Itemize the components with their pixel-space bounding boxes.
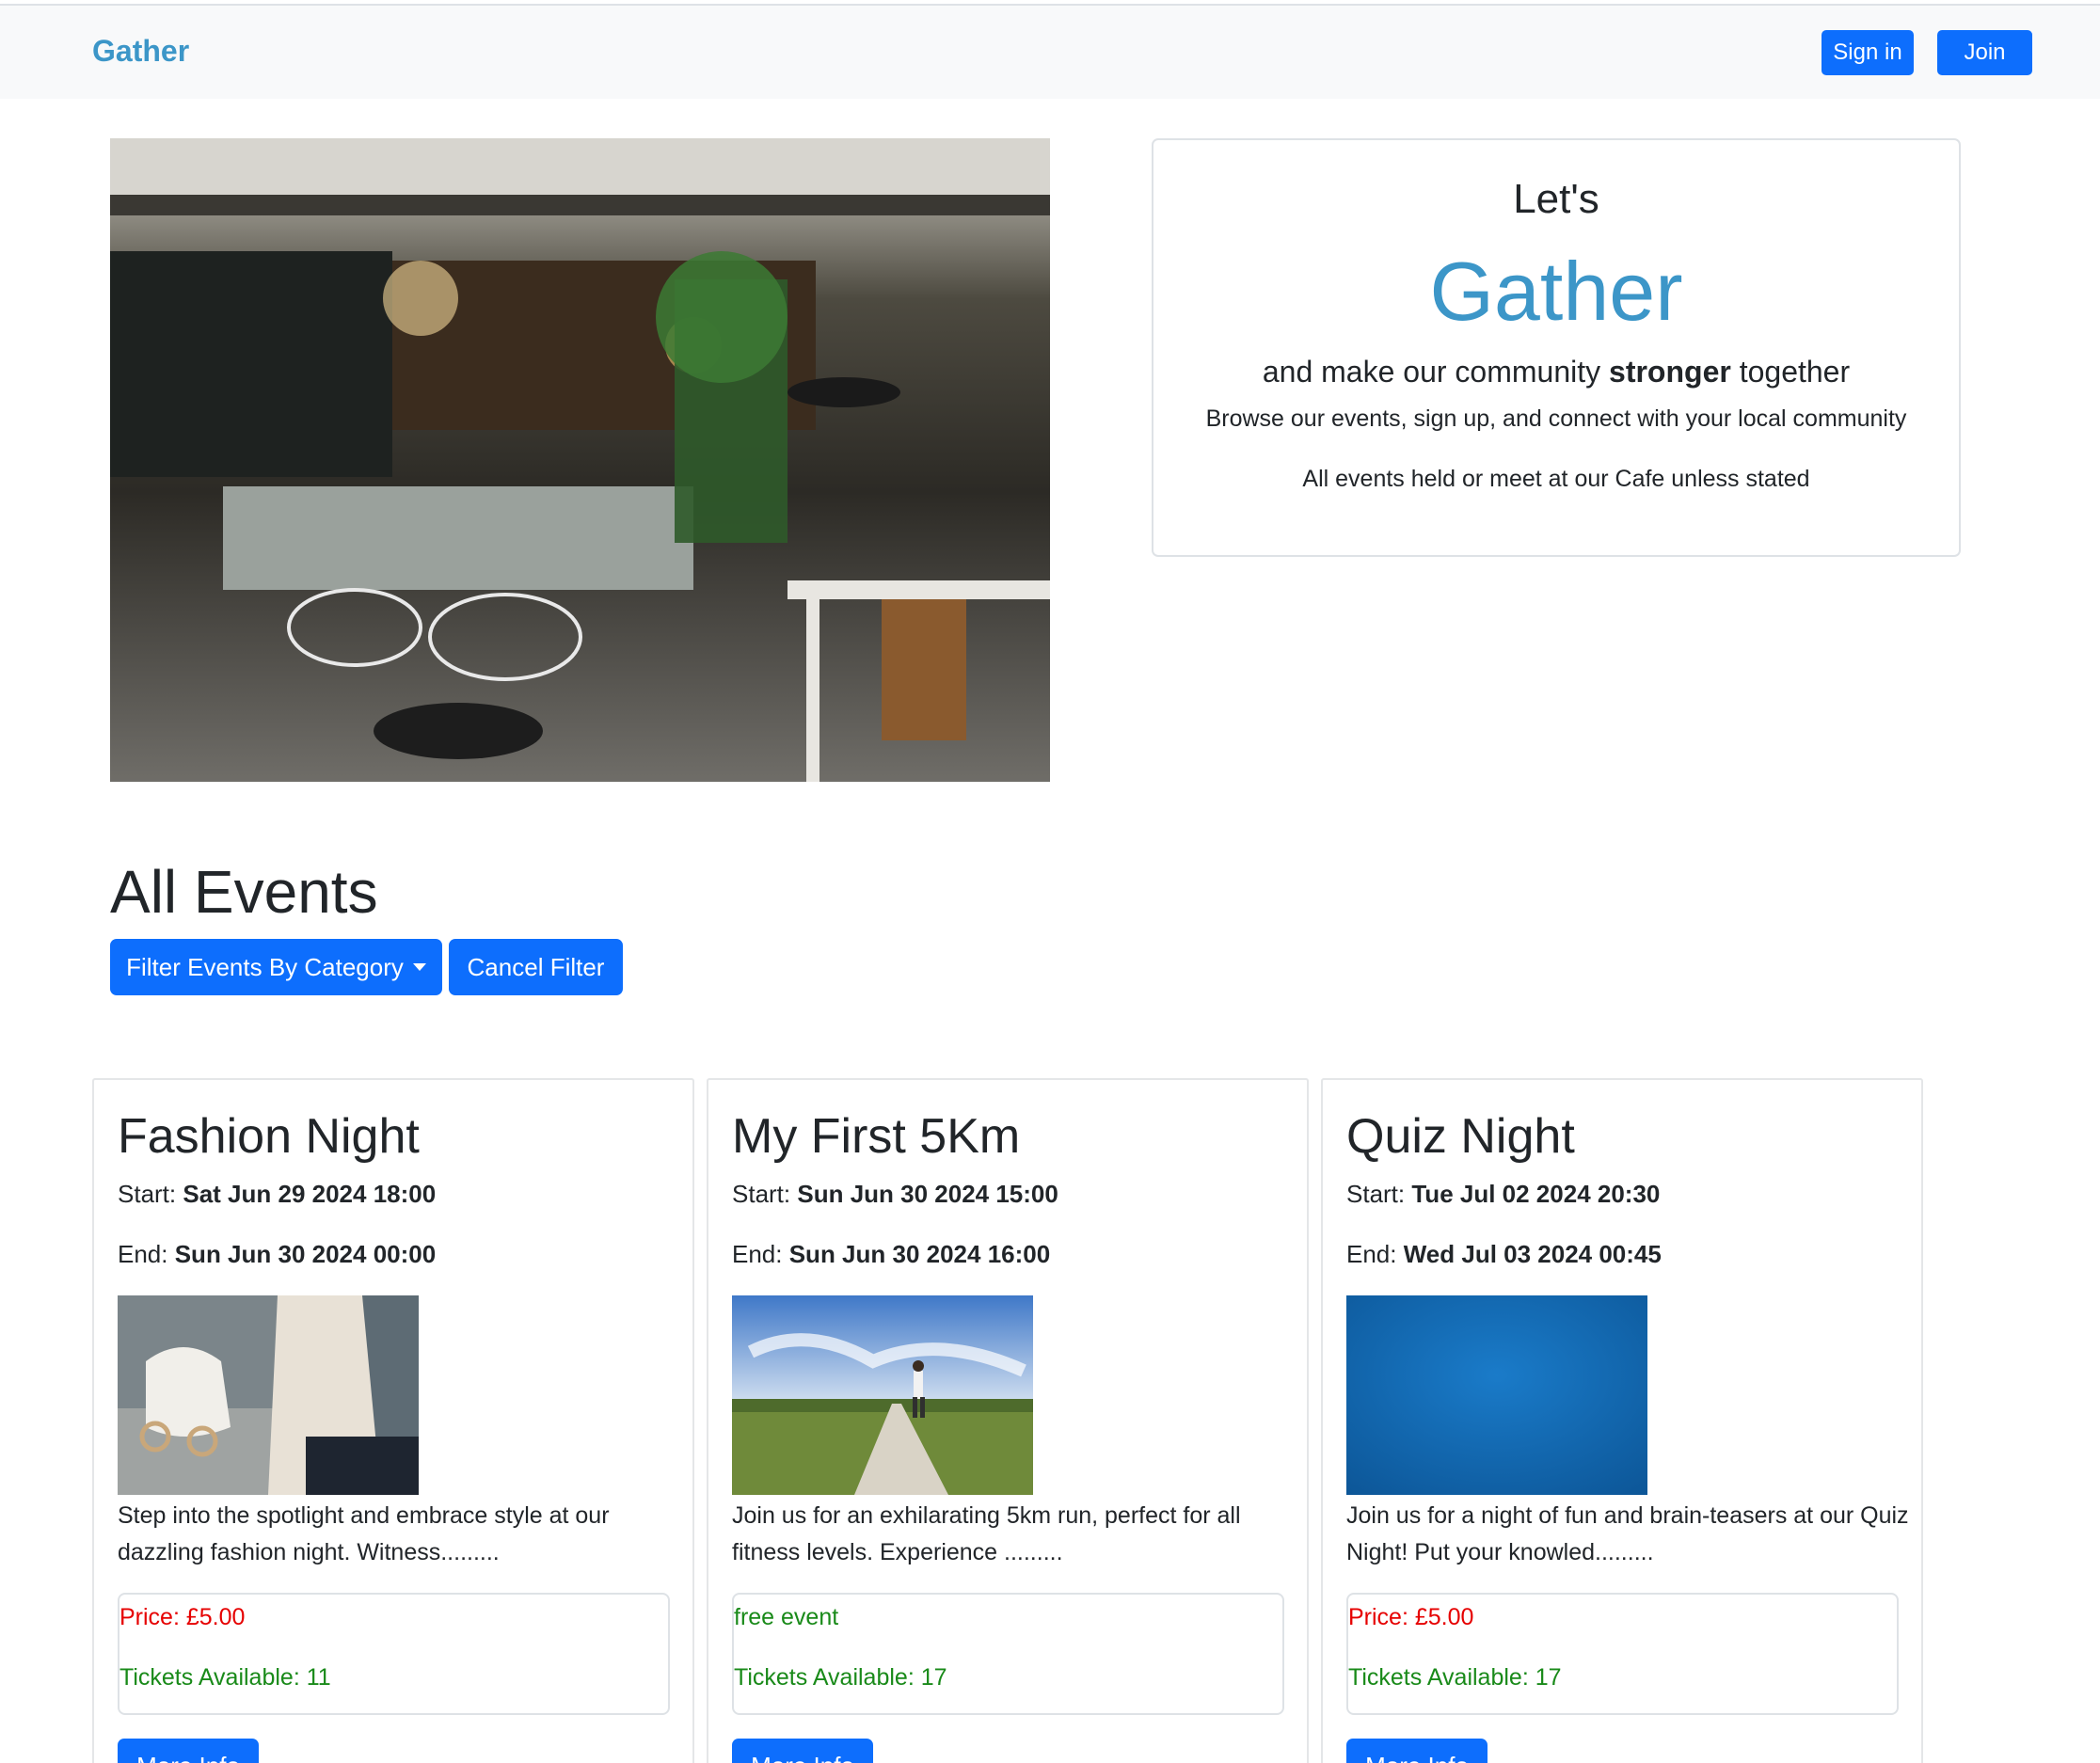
tagline-bold: stronger — [1609, 355, 1731, 389]
welcome-held-text: All events held or meet at our Cafe unle… — [1302, 466, 1810, 492]
start-value: Sun Jun 30 2024 15:00 — [797, 1180, 1058, 1208]
welcome-lets: Let's — [1513, 176, 1599, 222]
end-value: Wed Jul 03 2024 00:45 — [1403, 1240, 1662, 1268]
all-events-heading: All Events — [110, 858, 378, 926]
end-label: End: — [1346, 1240, 1404, 1268]
more-info-button[interactable]: More Info — [732, 1739, 873, 1763]
fashion-event-image — [118, 1295, 419, 1495]
event-card: Quiz Night Start: Tue Jul 02 2024 20:30 … — [1321, 1078, 1923, 1763]
event-card: Fashion Night Start: Sat Jun 29 2024 18:… — [92, 1078, 694, 1763]
event-price: Price: £5.00 — [119, 1604, 246, 1630]
filter-label: Filter Events By Category — [126, 952, 404, 981]
filter-by-category-dropdown[interactable]: Filter Events By Category — [110, 939, 442, 995]
join-button[interactable]: Join — [1937, 30, 2032, 75]
event-end: End: Sun Jun 30 2024 00:00 — [118, 1240, 436, 1269]
start-value: Sat Jun 29 2024 18:00 — [183, 1180, 437, 1208]
event-title: Fashion Night — [118, 1109, 420, 1164]
brand-logo-link[interactable]: Gather — [92, 34, 189, 69]
welcome-browse-text: Browse our events, sign up, and connect … — [1205, 405, 1907, 432]
event-start: Start: Tue Jul 02 2024 20:30 — [1346, 1180, 1660, 1209]
price-box: Price: £5.00 Tickets Available: 17 — [1346, 1593, 1899, 1715]
event-price: free event — [734, 1604, 839, 1630]
end-label: End: — [118, 1240, 175, 1268]
end-label: End: — [732, 1240, 789, 1268]
event-description: Join us for a night of fun and brain-tea… — [1346, 1502, 1909, 1565]
tagline-post: together — [1730, 355, 1851, 389]
price-box: free event Tickets Available: 17 — [732, 1593, 1284, 1715]
end-value: Sun Jun 30 2024 16:00 — [788, 1240, 1051, 1268]
end-value: Sun Jun 30 2024 00:00 — [174, 1240, 437, 1268]
start-label: Start: — [118, 1180, 183, 1208]
more-info-button[interactable]: More Info — [118, 1739, 259, 1763]
event-start: Start: Sun Jun 30 2024 15:00 — [732, 1180, 1058, 1209]
more-info-button[interactable]: More Info — [1346, 1739, 1488, 1763]
event-price: Price: £5.00 — [1348, 1604, 1474, 1630]
tickets-available: Tickets Available: 17 — [1348, 1664, 1562, 1691]
tagline-pre: and make our community — [1262, 355, 1610, 389]
event-title: My First 5Km — [732, 1109, 1021, 1164]
price-box: Price: £5.00 Tickets Available: 11 — [118, 1593, 670, 1715]
event-end: End: Wed Jul 03 2024 00:45 — [1346, 1240, 1662, 1269]
tickets-available: Tickets Available: 11 — [119, 1664, 331, 1691]
cancel-filter-button[interactable]: Cancel Filter — [449, 939, 623, 995]
tickets-available: Tickets Available: 17 — [734, 1664, 947, 1691]
event-start: Start: Sat Jun 29 2024 18:00 — [118, 1180, 436, 1209]
welcome-gather-title: Gather — [1429, 245, 1683, 338]
running-event-image — [732, 1295, 1033, 1495]
start-value: Tue Jul 02 2024 20:30 — [1411, 1180, 1661, 1208]
sign-in-button[interactable]: Sign in — [1822, 30, 1914, 75]
welcome-tagline: and make our community stronger together — [1153, 355, 1959, 389]
caret-down-icon — [412, 963, 426, 971]
event-description: Step into the spotlight and embrace styl… — [118, 1502, 610, 1565]
event-title: Quiz Night — [1346, 1109, 1575, 1164]
event-description: Join us for an exhilarating 5km run, per… — [732, 1502, 1241, 1565]
navbar: Gather Sign in Join — [0, 6, 2100, 99]
event-card: My First 5Km Start: Sun Jun 30 2024 15:0… — [707, 1078, 1309, 1763]
welcome-card: Let's Gather and make our community stro… — [1152, 138, 1961, 557]
start-label: Start: — [1346, 1180, 1412, 1208]
event-end: End: Sun Jun 30 2024 16:00 — [732, 1240, 1050, 1269]
cafe-hero-image — [110, 138, 1050, 782]
quiz-event-image — [1346, 1295, 1647, 1495]
start-label: Start: — [732, 1180, 798, 1208]
